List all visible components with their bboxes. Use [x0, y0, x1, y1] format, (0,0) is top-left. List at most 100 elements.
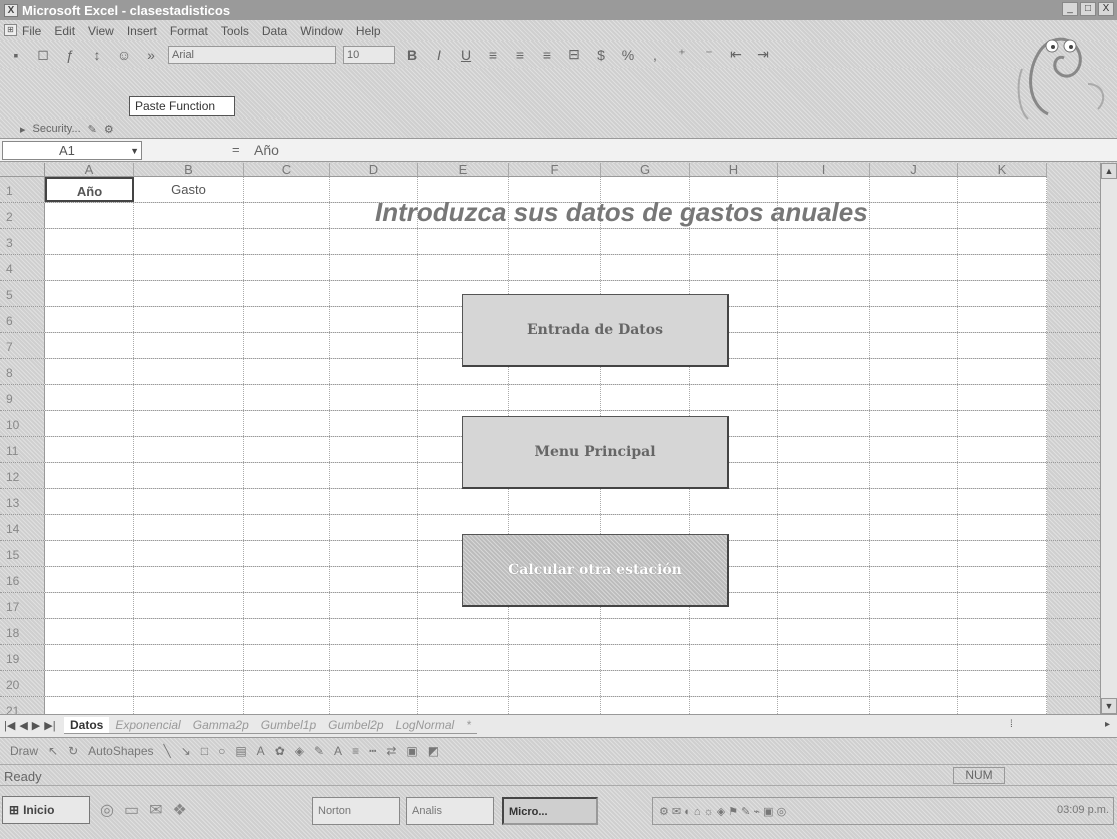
cell-c21[interactable] — [244, 697, 330, 714]
cell-g3[interactable] — [601, 229, 690, 254]
cell-b5[interactable] — [134, 281, 244, 306]
align-right-icon[interactable]: ≡ — [537, 45, 557, 65]
outlook-icon[interactable]: ✉ — [149, 800, 162, 820]
cell-j19[interactable] — [870, 645, 958, 670]
column-header-k[interactable]: K — [958, 163, 1047, 177]
cell-b15[interactable] — [134, 541, 244, 566]
column-header-g[interactable]: G — [601, 163, 690, 177]
cell-c13[interactable] — [244, 489, 330, 514]
cell-g21[interactable] — [601, 697, 690, 714]
cell-b11[interactable] — [134, 437, 244, 462]
scroll-down-icon[interactable]: ▼ — [1101, 698, 1117, 714]
decrease-decimal-icon[interactable]: ⁻ — [699, 45, 719, 65]
cell-d4[interactable] — [330, 255, 418, 280]
draw-menu[interactable]: Draw — [10, 744, 38, 758]
cell-a20[interactable] — [45, 671, 134, 696]
cell-c2[interactable] — [244, 203, 330, 228]
cell-b12[interactable] — [134, 463, 244, 488]
clipart-icon[interactable]: ✿ — [275, 744, 285, 758]
cell-a5[interactable] — [45, 281, 134, 306]
cell-d6[interactable] — [330, 307, 418, 332]
cell-d10[interactable] — [330, 411, 418, 436]
first-sheet-icon[interactable]: |◀ — [4, 719, 15, 732]
cell-h18[interactable] — [690, 619, 778, 644]
cell-c15[interactable] — [244, 541, 330, 566]
cell-b10[interactable] — [134, 411, 244, 436]
row-header[interactable]: 5 — [0, 281, 45, 306]
cell-a11[interactable] — [45, 437, 134, 462]
row-header[interactable]: 4 — [0, 255, 45, 280]
vertical-scrollbar[interactable]: ▲ ▼ — [1100, 163, 1117, 714]
cell-k11[interactable] — [958, 437, 1047, 462]
line-color-icon[interactable]: ✎ — [314, 744, 324, 758]
cell-d18[interactable] — [330, 619, 418, 644]
row-header[interactable]: 14 — [0, 515, 45, 540]
scroll-up-icon[interactable]: ▲ — [1101, 163, 1117, 179]
select-objects-icon[interactable]: ↖ — [48, 744, 58, 758]
menu-insert[interactable]: Insert — [127, 24, 157, 38]
cell-k12[interactable] — [958, 463, 1047, 488]
close-button[interactable]: X — [1098, 2, 1114, 16]
cell-i21[interactable] — [778, 697, 870, 714]
line-icon[interactable]: ╲ — [164, 744, 171, 758]
cell-i16[interactable] — [778, 567, 870, 592]
cell-d11[interactable] — [330, 437, 418, 462]
cell-b14[interactable] — [134, 515, 244, 540]
cell-i7[interactable] — [778, 333, 870, 358]
row-header[interactable]: 11 — [0, 437, 45, 462]
bold-icon[interactable]: B — [402, 45, 422, 65]
cell-c19[interactable] — [244, 645, 330, 670]
cell-a19[interactable] — [45, 645, 134, 670]
underline-icon[interactable]: U — [456, 45, 476, 65]
cell-b4[interactable] — [134, 255, 244, 280]
cell-j3[interactable] — [870, 229, 958, 254]
taskbar-norton[interactable]: Norton — [312, 797, 400, 825]
cell-b16[interactable] — [134, 567, 244, 592]
cell-b8[interactable] — [134, 359, 244, 384]
cell-a8[interactable] — [45, 359, 134, 384]
menu-principal-button[interactable]: Menu Principal — [462, 416, 729, 489]
row-header[interactable]: 8 — [0, 359, 45, 384]
comma-icon[interactable]: , — [645, 45, 665, 65]
cell-f4[interactable] — [509, 255, 601, 280]
cell-b21[interactable] — [134, 697, 244, 714]
cell-k17[interactable] — [958, 593, 1047, 618]
sheet-tab-1[interactable]: Exponencial — [109, 717, 187, 734]
font-name-select[interactable]: Arial — [168, 45, 336, 64]
cell-e13[interactable] — [418, 489, 509, 514]
cell-d16[interactable] — [330, 567, 418, 592]
sheet-tab-2[interactable]: Gamma2p — [186, 717, 255, 734]
merge-center-icon[interactable]: ⊟ — [564, 45, 584, 65]
decrease-indent-icon[interactable]: ⇤ — [726, 45, 746, 65]
cell-i12[interactable] — [778, 463, 870, 488]
row-header[interactable]: 3 — [0, 229, 45, 254]
cell-j1[interactable] — [870, 177, 958, 202]
cell-k5[interactable] — [958, 281, 1047, 306]
cell-b20[interactable] — [134, 671, 244, 696]
currency-icon[interactable]: $ — [591, 45, 611, 65]
cell-k6[interactable] — [958, 307, 1047, 332]
cell-k4[interactable] — [958, 255, 1047, 280]
cell-a3[interactable] — [45, 229, 134, 254]
row-header[interactable]: 10 — [0, 411, 45, 436]
maximize-button[interactable]: □ — [1080, 2, 1096, 16]
row-header[interactable]: 20 — [0, 671, 45, 696]
percent-icon[interactable]: % — [618, 45, 638, 65]
cell-k10[interactable] — [958, 411, 1047, 436]
cell-d8[interactable] — [330, 359, 418, 384]
security-button[interactable]: Security... — [33, 123, 81, 135]
cell-i6[interactable] — [778, 307, 870, 332]
sheet-tab-5[interactable]: LogNormal — [389, 717, 461, 734]
cell-a1[interactable]: Año — [45, 177, 134, 202]
row-header[interactable]: 1 — [0, 177, 45, 202]
row-header[interactable]: 6 — [0, 307, 45, 332]
row-header[interactable]: 9 — [0, 385, 45, 410]
cell-e4[interactable] — [418, 255, 509, 280]
cell-d9[interactable] — [330, 385, 418, 410]
textbox-icon[interactable]: ▤ — [235, 744, 246, 758]
menu-view[interactable]: View — [88, 24, 114, 38]
menu-format[interactable]: Format — [170, 24, 208, 38]
cell-c12[interactable] — [244, 463, 330, 488]
cell-i5[interactable] — [778, 281, 870, 306]
cell-i4[interactable] — [778, 255, 870, 280]
